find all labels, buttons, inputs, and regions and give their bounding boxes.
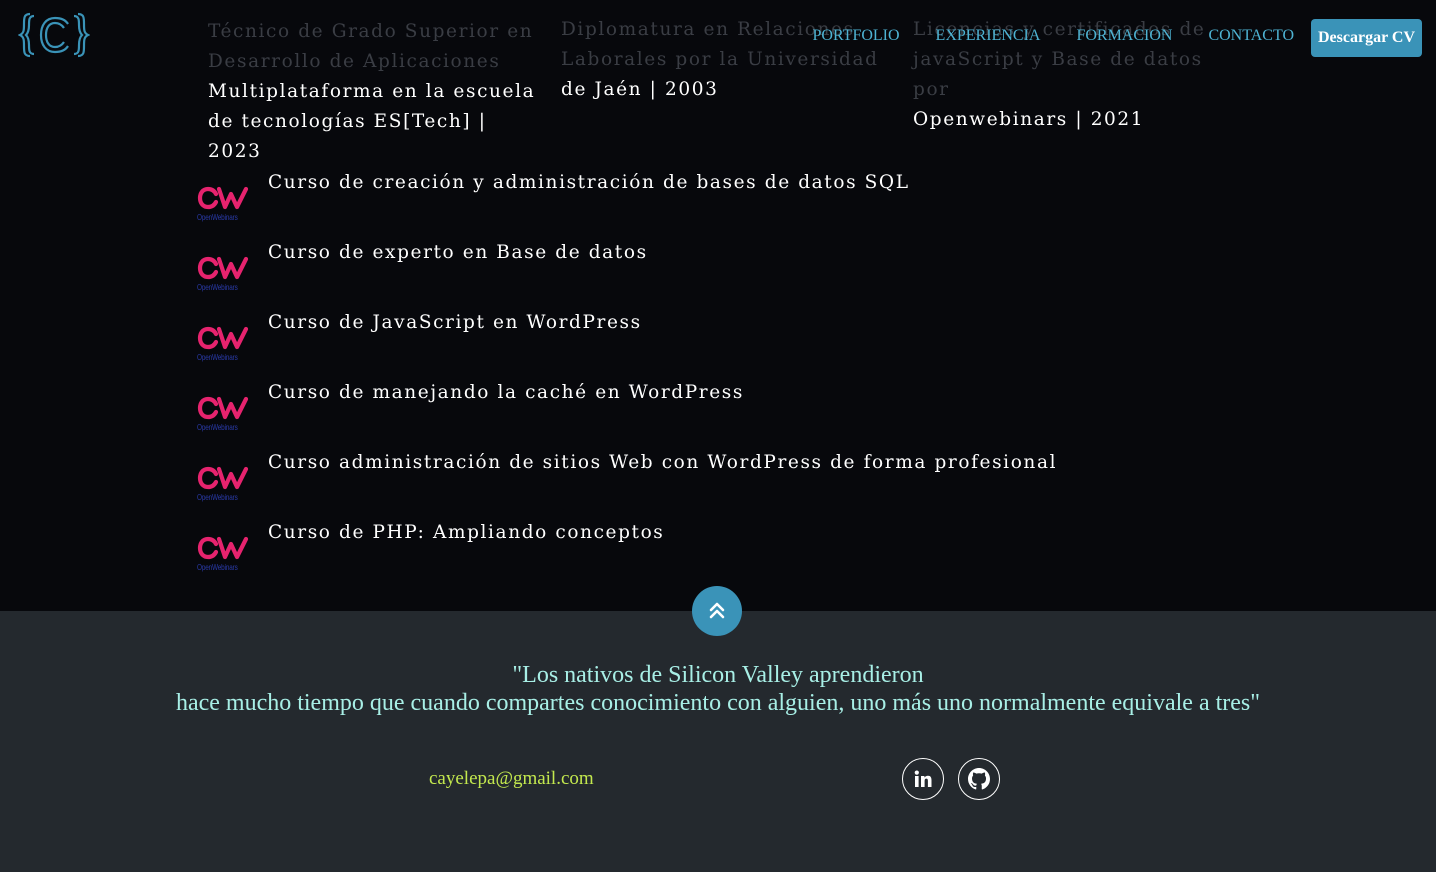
openwebinars-icon bbox=[197, 186, 249, 210]
openwebinars-logo-text: OpenWebinars bbox=[197, 213, 238, 222]
openwebinars-icon bbox=[197, 256, 249, 280]
openwebinars-logo: OpenWebinars bbox=[197, 256, 249, 292]
openwebinars-icon bbox=[197, 326, 249, 350]
education-text: de tecnologías ES[Tech] | 2023 bbox=[208, 111, 487, 162]
course-label: Curso de creación y administración de ba… bbox=[268, 172, 910, 193]
github-icon bbox=[968, 768, 990, 790]
double-chevron-up-icon bbox=[709, 602, 725, 619]
formation-section: Técnico de Grado Superior en Desarrollo … bbox=[0, 0, 1436, 611]
openwebinars-icon bbox=[197, 396, 249, 420]
curly-braces-c-logo-icon bbox=[17, 12, 91, 58]
openwebinars-logo-text: OpenWebinars bbox=[197, 563, 238, 572]
site-logo[interactable] bbox=[17, 10, 91, 60]
openwebinars-logo-text: OpenWebinars bbox=[197, 493, 238, 502]
course-label: Curso de JavaScript en WordPress bbox=[268, 312, 642, 333]
back-to-top-button[interactable] bbox=[692, 586, 742, 636]
linkedin-button[interactable] bbox=[902, 758, 944, 800]
navbar: PORTFOLIO EXPERIENCIA FORMACION CONTACTO… bbox=[0, 0, 1436, 76]
openwebinars-logo-text: OpenWebinars bbox=[197, 423, 238, 432]
education-text: Multiplataforma en la escuela bbox=[208, 81, 536, 102]
nav-link-contacto[interactable]: CONTACTO bbox=[1208, 27, 1294, 45]
footer bbox=[0, 611, 1436, 872]
download-cv-button[interactable]: Descargar CV bbox=[1311, 19, 1422, 57]
openwebinars-logo: OpenWebinars bbox=[197, 186, 249, 222]
course-label: Curso de experto en Base de datos bbox=[268, 242, 648, 263]
education-text: Openwebinars | 2021 bbox=[913, 109, 1145, 130]
linkedin-icon bbox=[914, 770, 932, 787]
course-label: Curso administración de sitios Web con W… bbox=[268, 452, 1058, 473]
course-list: OpenWebinars Curso de creación y administ… bbox=[197, 172, 1058, 606]
course-label: Curso de manejando la caché en WordPress bbox=[268, 382, 744, 403]
nav-link-portfolio[interactable]: PORTFOLIO bbox=[813, 27, 900, 45]
course-item: OpenWebinars Curso de PHP: Ampliando conc… bbox=[197, 522, 1057, 606]
openwebinars-logo: OpenWebinars bbox=[197, 326, 249, 362]
openwebinars-logo-text: OpenWebinars bbox=[197, 283, 238, 292]
openwebinars-logo: OpenWebinars bbox=[197, 466, 249, 502]
course-label: Curso de PHP: Ampliando conceptos bbox=[268, 522, 665, 543]
nav-link-formacion[interactable]: FORMACION bbox=[1076, 27, 1172, 45]
footer-quote: "Los nativos de Silicon Valley aprendier… bbox=[0, 661, 1436, 717]
openwebinars-logo: OpenWebinars bbox=[197, 396, 249, 432]
openwebinars-icon bbox=[197, 536, 249, 560]
education-text: de Jaén | 2003 bbox=[561, 79, 719, 100]
openwebinars-icon bbox=[197, 466, 249, 490]
openwebinars-logo-text: OpenWebinars bbox=[197, 353, 238, 362]
quote-line: "Los nativos de Silicon Valley aprendier… bbox=[512, 662, 924, 688]
openwebinars-logo: OpenWebinars bbox=[197, 536, 249, 572]
nav-link-experiencia[interactable]: EXPERIENCIA bbox=[936, 27, 1041, 45]
email-link[interactable]: cayelepa@gmail.com bbox=[429, 768, 594, 790]
github-button[interactable] bbox=[958, 758, 1000, 800]
nav-links: PORTFOLIO EXPERIENCIA FORMACION CONTACTO bbox=[777, 27, 1295, 45]
quote-line: hace mucho tiempo que cuando compartes c… bbox=[175, 690, 1261, 716]
